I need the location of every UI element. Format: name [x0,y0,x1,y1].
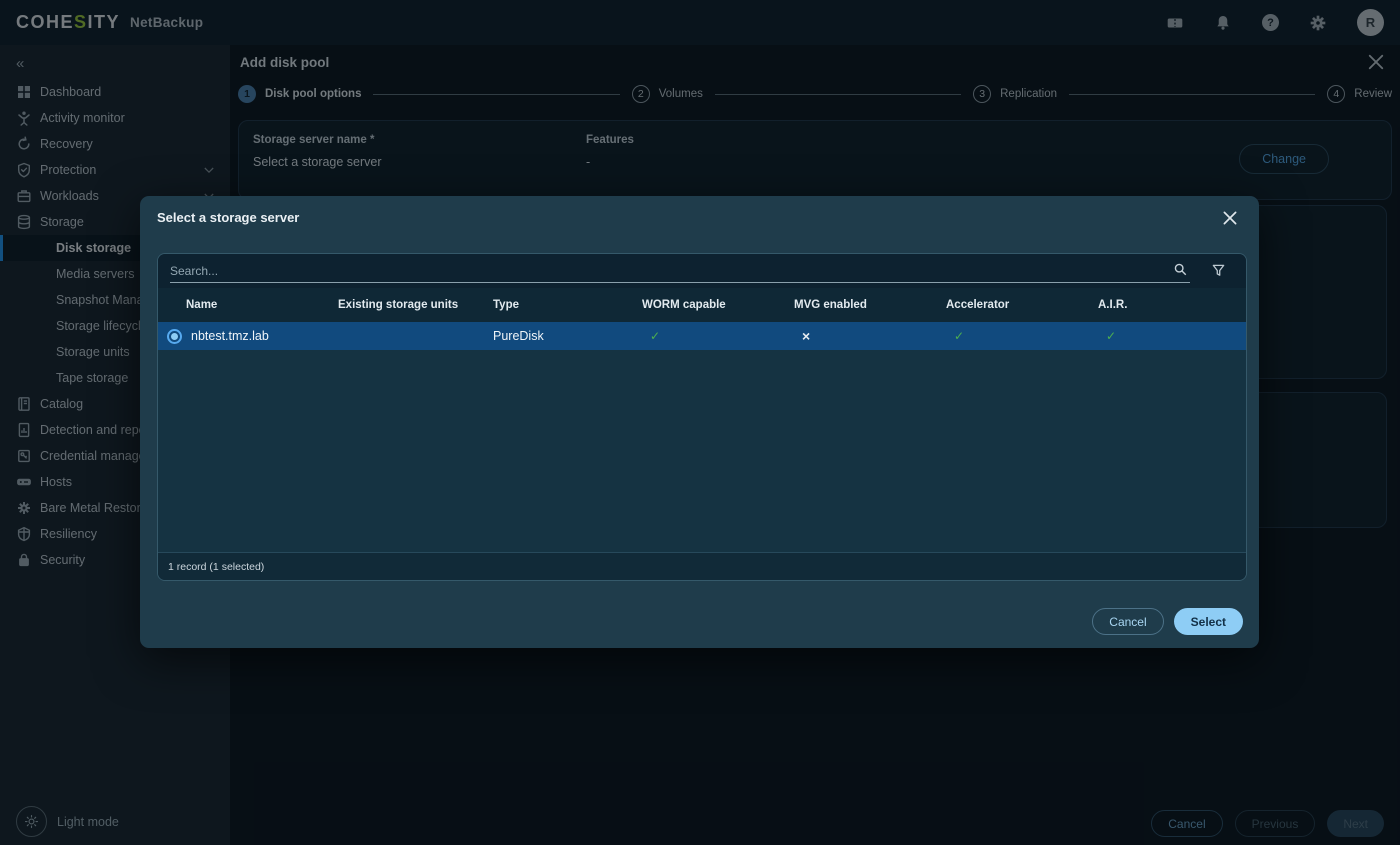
storage-server-table-panel: Name Existing storage units Type WORM ca… [157,253,1247,581]
search-field[interactable] [170,254,1190,288]
select-storage-server-dialog: Select a storage server Name Existing st… [140,196,1259,648]
row-radio-selected[interactable] [167,329,182,344]
filter-funnel-icon[interactable] [1211,263,1226,278]
air-check-icon: ✓ [1098,329,1246,343]
storage-server-name-cell: nbtest.tmz.lab [191,329,269,343]
accelerator-check-icon: ✓ [946,329,1098,343]
column-header-air[interactable]: A.I.R. [1098,299,1246,311]
table-empty-area [158,350,1246,552]
column-header-name[interactable]: Name [158,299,338,311]
worm-capable-check-icon: ✓ [642,329,794,343]
column-header-existing-storage-units[interactable]: Existing storage units [338,299,493,311]
table-header-row: Name Existing storage units Type WORM ca… [158,288,1246,322]
dialog-select-button[interactable]: Select [1174,608,1243,635]
table-record-count: 1 record (1 selected) [158,552,1246,580]
dialog-actions: Cancel Select [1092,608,1243,635]
table-search-row [158,254,1246,288]
search-underline [170,282,1190,283]
mvg-enabled-x-icon: × [794,328,946,344]
column-header-accelerator[interactable]: Accelerator [946,299,1098,311]
dialog-close-icon[interactable] [1221,209,1241,229]
search-input[interactable] [170,264,1190,278]
column-header-type[interactable]: Type [493,299,642,311]
dialog-title: Select a storage server [157,210,299,225]
column-header-worm-capable[interactable]: WORM capable [642,299,794,311]
dialog-cancel-button[interactable]: Cancel [1092,608,1163,635]
column-header-mvg-enabled[interactable]: MVG enabled [794,299,946,311]
search-icon [1173,262,1188,277]
type-cell: PureDisk [493,329,642,343]
table-row-nbtest[interactable]: nbtest.tmz.lab PureDisk ✓ × ✓ ✓ [158,322,1246,350]
